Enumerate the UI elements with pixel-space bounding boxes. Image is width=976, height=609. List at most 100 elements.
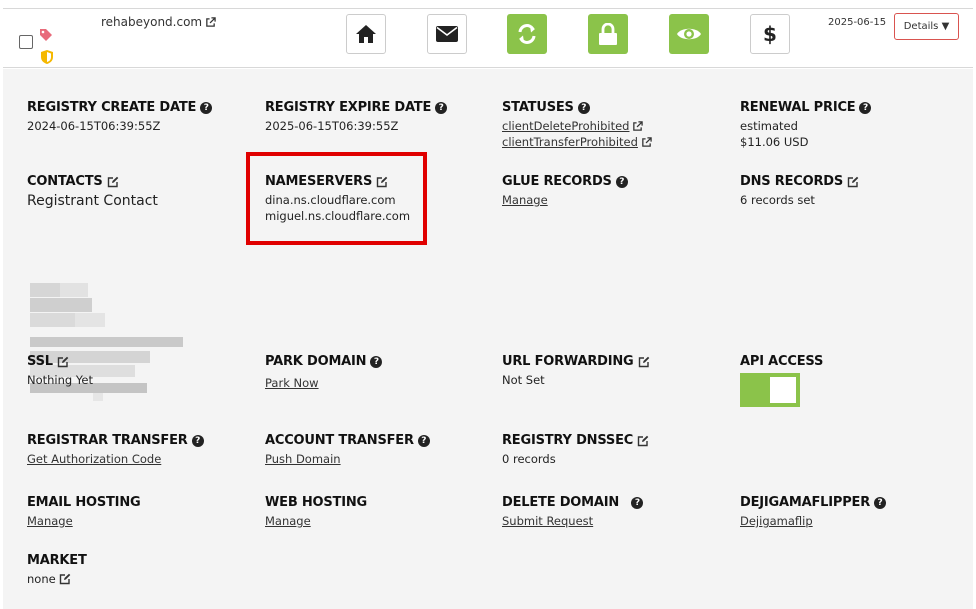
domain-row-header: rehabeyond.com $ 2025-06-15 Details ▼ xyxy=(3,8,973,68)
email-button[interactable] xyxy=(427,14,467,54)
external-link-icon[interactable] xyxy=(205,16,216,28)
registrant-contact: Registrant Contact xyxy=(27,193,158,209)
glue-records: GLUE RECORDS? Manage xyxy=(502,174,628,208)
tag-icon[interactable] xyxy=(38,27,54,43)
edit-icon[interactable] xyxy=(637,435,649,447)
domain-name-text[interactable]: rehabeyond.com xyxy=(101,15,202,29)
details-label: Details ▼ xyxy=(903,21,950,32)
home-icon xyxy=(356,25,376,43)
email-manage-link[interactable]: Manage xyxy=(27,513,140,529)
web-hosting: WEB HOSTING Manage xyxy=(265,495,367,529)
expire-date-value: 2025-06-15T06:39:55Z xyxy=(265,119,399,133)
domain-details-panel: REGISTRY CREATE DATE? 2024-06-15T06:39:5… xyxy=(3,69,973,609)
label-text: REGISTRY DNSSEC xyxy=(502,433,634,448)
expiry-date: 2025-06-15 xyxy=(828,17,887,28)
label-text: SSL xyxy=(27,354,53,369)
url-forwarding-value: Not Set xyxy=(502,373,545,387)
help-icon[interactable]: ? xyxy=(615,175,628,188)
label-text: DELETE DOMAIN xyxy=(502,495,620,510)
nameserver-1: dina.ns.cloudflare.com xyxy=(265,193,396,207)
registrar-transfer: REGISTRAR TRANSFER? Get Authorization Co… xyxy=(27,433,204,467)
shield-icon[interactable] xyxy=(40,49,54,65)
submit-request-link[interactable]: Submit Request xyxy=(502,513,643,529)
dejigamaflip-link[interactable]: Dejigamaflip xyxy=(740,513,886,529)
status-link[interactable]: clientDeleteProhibited xyxy=(502,118,629,134)
label-text: ACCOUNT TRANSFER xyxy=(265,433,414,448)
dollar-icon: $ xyxy=(763,22,777,46)
label-text: DNS RECORDS xyxy=(740,174,844,189)
renewal-estimated: estimated xyxy=(740,119,798,133)
renew-button[interactable] xyxy=(507,14,547,54)
label-text: STATUSES xyxy=(502,100,574,115)
help-icon[interactable]: ? xyxy=(200,101,213,114)
label-text: REGISTRY EXPIRE DATE xyxy=(265,100,432,115)
label-text: API ACCESS xyxy=(740,354,824,369)
edit-icon[interactable] xyxy=(638,356,650,368)
privacy-button[interactable] xyxy=(669,14,709,54)
edit-icon[interactable] xyxy=(107,176,119,188)
auth-code-link[interactable]: Get Authorization Code xyxy=(27,451,204,467)
label-text: PARK DOMAIN xyxy=(265,354,367,369)
web-manage-link[interactable]: Manage xyxy=(265,513,367,529)
dns-records: DNS RECORDS 6 records set xyxy=(740,174,859,208)
mail-icon xyxy=(436,26,458,42)
label-text: MARKET xyxy=(27,553,87,568)
renewal-price-value: $11.06 USD xyxy=(740,135,809,149)
label-text: CONTACTS xyxy=(27,174,103,189)
email-hosting: EMAIL HOSTING Manage xyxy=(27,495,141,529)
select-checkbox[interactable] xyxy=(19,35,33,49)
details-button[interactable]: Details ▼ xyxy=(894,13,959,40)
edit-icon[interactable] xyxy=(376,176,388,188)
label-text: REGISTRAR TRANSFER xyxy=(27,433,188,448)
renewal-price: RENEWAL PRICE? estimated $11.06 USD xyxy=(740,100,872,150)
help-icon[interactable]: ? xyxy=(577,101,590,114)
api-access: API ACCESS xyxy=(740,354,823,407)
dejigamaflipper: DEJIGAMAFLIPPER? Dejigamaflip xyxy=(740,495,887,529)
help-icon[interactable]: ? xyxy=(874,496,887,509)
registry-dnssec: REGISTRY DNSSEC 0 records xyxy=(502,433,649,467)
help-icon[interactable]: ? xyxy=(859,101,872,114)
park-now-link[interactable]: Park Now xyxy=(265,375,382,391)
external-link-icon[interactable] xyxy=(641,136,652,148)
lock-button[interactable] xyxy=(588,14,628,54)
park-domain: PARK DOMAIN? Park Now xyxy=(265,354,383,391)
market-value: none xyxy=(27,572,56,586)
domain-name[interactable]: rehabeyond.com xyxy=(101,15,216,29)
ssl-value: Nothing Yet xyxy=(27,373,93,387)
registry-create-date: REGISTRY CREATE DATE? 2024-06-15T06:39:5… xyxy=(27,100,213,134)
market: MARKET none xyxy=(27,553,87,587)
help-icon[interactable]: ? xyxy=(370,355,383,368)
label-text: EMAIL HOSTING xyxy=(27,495,141,510)
url-forwarding: URL FORWARDING Not Set xyxy=(502,354,650,388)
nameservers: NAMESERVERS dina.ns.cloudflare.com migue… xyxy=(265,174,410,224)
help-icon[interactable]: ? xyxy=(631,496,644,509)
statuses: STATUSES? clientDeleteProhibited clientT… xyxy=(502,100,652,150)
help-icon[interactable]: ? xyxy=(417,434,430,447)
help-icon[interactable]: ? xyxy=(435,101,448,114)
eye-icon xyxy=(677,28,701,40)
edit-icon[interactable] xyxy=(847,176,859,188)
edit-icon[interactable] xyxy=(57,356,69,368)
nameserver-2: miguel.ns.cloudflare.com xyxy=(265,209,411,223)
label-text: URL FORWARDING xyxy=(502,354,634,369)
label-text: REGISTRY CREATE DATE xyxy=(27,100,197,115)
label-text: WEB HOSTING xyxy=(265,495,368,510)
create-date-value: 2024-06-15T06:39:55Z xyxy=(27,119,161,133)
edit-icon[interactable] xyxy=(59,573,71,585)
pricing-button[interactable]: $ xyxy=(750,14,790,54)
label-text: DEJIGAMAFLIPPER xyxy=(740,495,871,510)
account-transfer: ACCOUNT TRANSFER? Push Domain xyxy=(265,433,430,467)
label-text: RENEWAL PRICE xyxy=(740,100,856,115)
dnssec-value: 0 records xyxy=(502,452,556,466)
push-domain-link[interactable]: Push Domain xyxy=(265,451,430,467)
home-button[interactable] xyxy=(346,14,386,54)
label-text: GLUE RECORDS xyxy=(502,174,612,189)
status-link[interactable]: clientTransferProhibited xyxy=(502,134,638,150)
external-link-icon[interactable] xyxy=(632,120,644,132)
registry-expire-date: REGISTRY EXPIRE DATE? 2025-06-15T06:39:5… xyxy=(265,100,448,134)
dns-records-value: 6 records set xyxy=(740,193,815,207)
toggle-knob xyxy=(770,377,796,403)
glue-manage-link[interactable]: Manage xyxy=(502,192,628,208)
help-icon[interactable]: ? xyxy=(191,434,204,447)
api-access-toggle[interactable] xyxy=(740,373,800,407)
